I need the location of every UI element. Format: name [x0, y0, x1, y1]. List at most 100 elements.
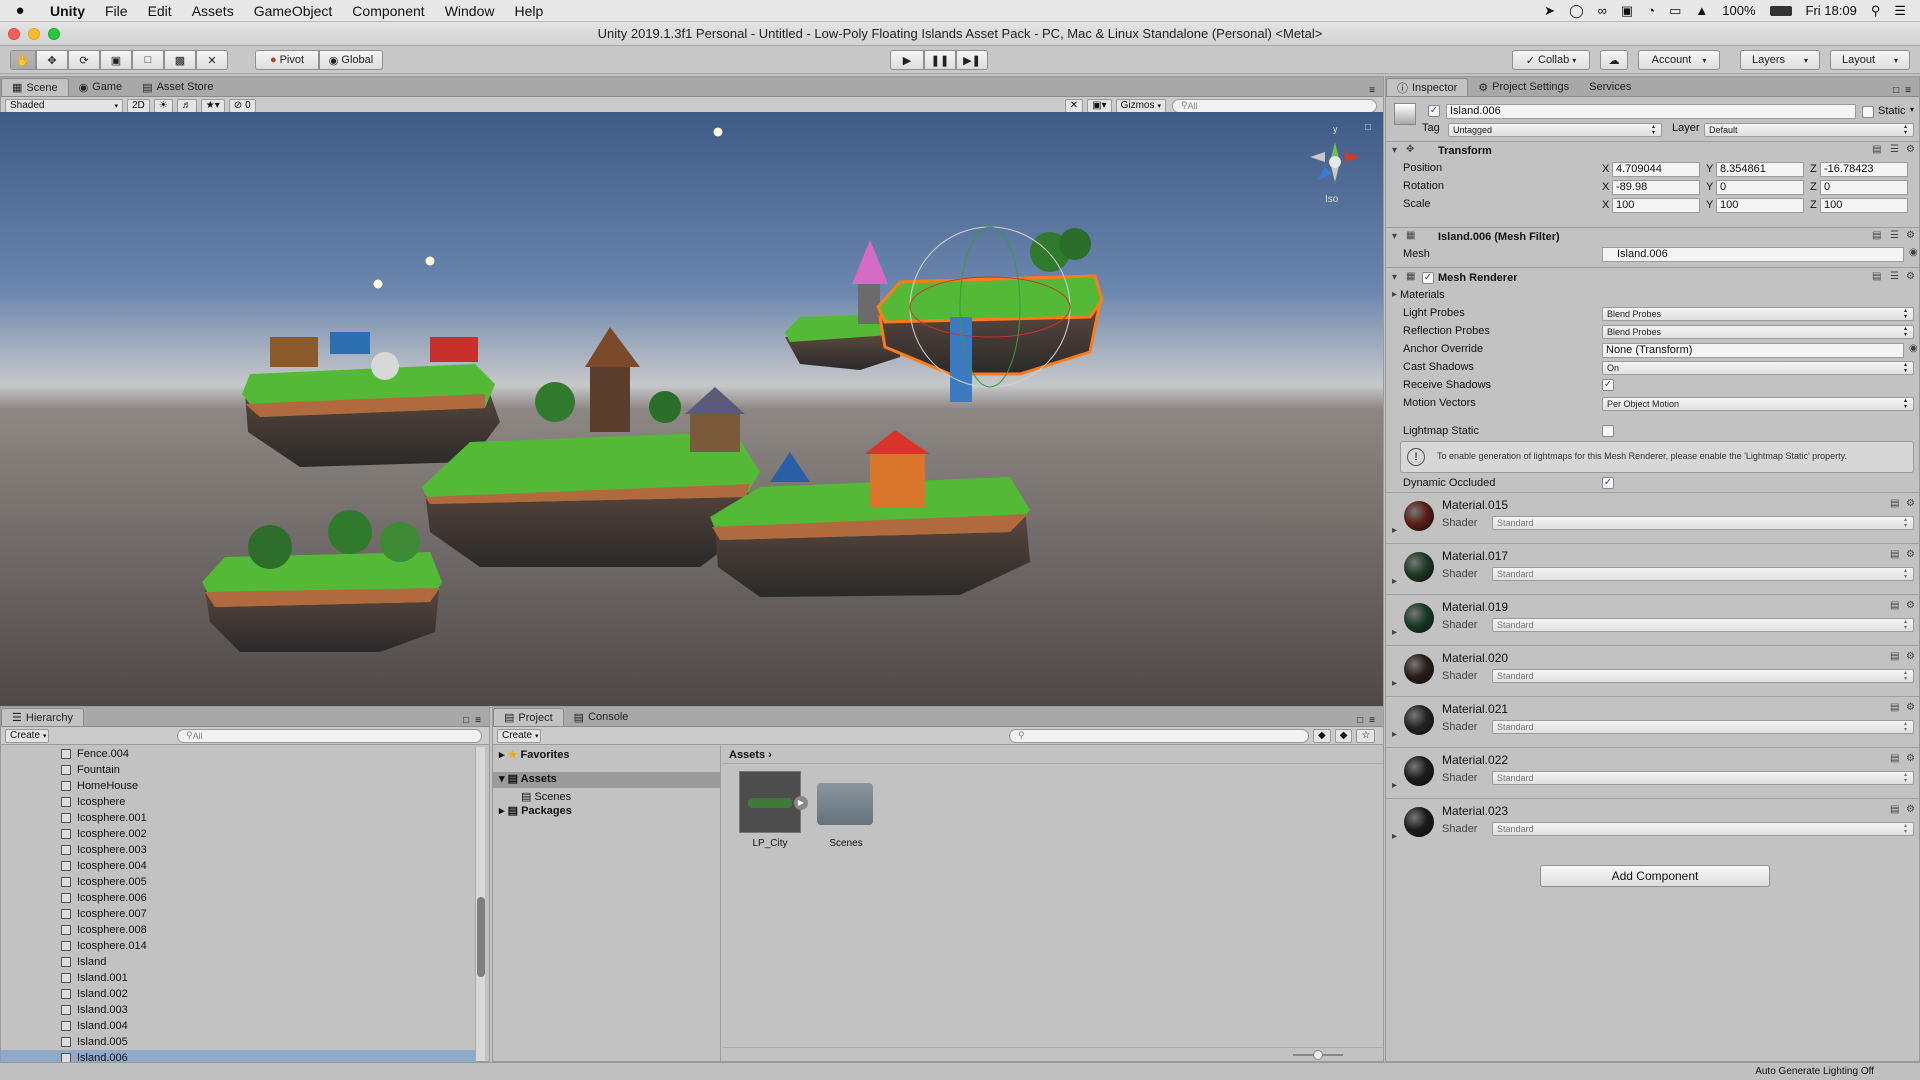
hierarchy-row[interactable]: Icosphere — [1, 794, 477, 810]
expand-arrow-icon[interactable]: ▸ — [499, 805, 505, 817]
tab-project[interactable]: ▤ Project — [493, 708, 564, 726]
menu-help[interactable]: Help — [504, 3, 553, 19]
location-icon[interactable]: ➤ — [1544, 3, 1555, 19]
transform-position-z-field[interactable]: -16.78423 — [1820, 162, 1908, 177]
foldout-arrow-icon[interactable]: ▸ — [1392, 525, 1397, 536]
material-name[interactable]: Material.023 — [1442, 804, 1508, 818]
preset-icon[interactable]: ☰ — [1890, 144, 1899, 155]
foldout-arrow-icon[interactable]: ▾ — [1392, 272, 1397, 283]
tab-services[interactable]: Services — [1579, 78, 1641, 96]
draw-mode-dropdown[interactable]: Shaded ▾ — [5, 98, 123, 113]
help-icon[interactable]: ▤ — [1890, 651, 1899, 662]
gizmos-dropdown[interactable]: Gizmos ▾ — [1115, 98, 1166, 113]
scene-search-input[interactable]: ⚲ All — [1172, 98, 1377, 113]
layer-dropdown[interactable]: Default — [1704, 123, 1914, 137]
hand-tool-icon[interactable]: ✋ — [10, 50, 36, 70]
hierarchy-scrollbar[interactable] — [475, 747, 485, 1061]
hierarchy-create-dropdown[interactable]: Create ▾ — [5, 728, 49, 743]
material-preview-sphere[interactable] — [1404, 756, 1434, 786]
transform-tool-icon[interactable]: ▩ — [164, 50, 196, 70]
hierarchy-row[interactable]: Island.005 — [1, 1034, 477, 1050]
material-name[interactable]: Material.022 — [1442, 753, 1508, 767]
gear-icon[interactable]: ⚙ — [1906, 600, 1915, 611]
tab-scene[interactable]: ▦ Scene — [1, 78, 69, 96]
mesh-renderer-enabled-checkbox[interactable]: ✓ — [1422, 272, 1434, 284]
transform-position-x-field[interactable]: 4.709044 — [1612, 162, 1700, 177]
receive-shadows-checkbox[interactable]: ✓ — [1602, 379, 1614, 391]
hierarchy-row[interactable]: Island.001 — [1, 970, 477, 986]
foldout-arrow-icon[interactable]: ▸ — [1392, 729, 1397, 740]
play-small-icon[interactable]: ▶ — [794, 796, 808, 810]
foldout-arrow-icon[interactable]: ▸ — [1392, 576, 1397, 587]
hierarchy-row[interactable]: Fountain — [1, 762, 477, 778]
favorite-star-icon[interactable]: ☆ — [1356, 728, 1376, 743]
lock-icon[interactable]: □ — [1365, 122, 1371, 133]
skype-icon[interactable]: ◯ — [1569, 3, 1584, 19]
collapse-arrow-icon[interactable]: ▾ — [499, 773, 505, 785]
airplay-icon[interactable]: ▭ — [1669, 3, 1681, 19]
collab-button[interactable]: ✓ Collab ▾ — [1512, 50, 1590, 70]
gear-icon[interactable]: ⚙ — [1906, 144, 1915, 155]
move-tool-icon[interactable]: ✥ — [36, 50, 68, 70]
timer-icon[interactable]: ◔ — [1647, 3, 1655, 18]
menu-assets[interactable]: Assets — [182, 3, 244, 19]
expand-arrow-icon[interactable]: ▸ — [499, 749, 505, 761]
mesh-renderer-title[interactable]: Mesh Renderer — [1438, 272, 1517, 284]
gear-icon[interactable]: ⚙ — [1906, 549, 1915, 560]
menu-file[interactable]: File — [95, 3, 138, 19]
static-dropdown-arrow-icon[interactable]: ▾ — [1910, 105, 1914, 114]
menu-gameobject[interactable]: GameObject — [244, 3, 343, 19]
battery-text[interactable]: 100% — [1722, 3, 1755, 18]
shader-dropdown[interactable]: Standard — [1492, 771, 1914, 785]
hierarchy-row[interactable]: Icosphere.006 — [1, 890, 477, 906]
lighting-status-text[interactable]: Auto Generate Lighting Off — [1755, 1066, 1874, 1077]
hierarchy-list[interactable]: Fence.004 Fountain HomeHouse Icosphere Icosp… — [1, 746, 477, 1062]
materials-label[interactable]: Materials — [1400, 289, 1445, 301]
project-search-input[interactable]: ⚲ — [1009, 728, 1309, 743]
audio-toggle-icon[interactable]: ♬ — [176, 98, 197, 113]
panel-menu-icon[interactable]: ≡ — [1369, 715, 1375, 726]
hierarchy-search-input[interactable]: ⚲ All — [177, 728, 482, 743]
gear-icon[interactable]: ⚙ — [1906, 230, 1915, 241]
gear-icon[interactable]: ⚙ — [1906, 804, 1915, 815]
tag-dropdown[interactable]: Untagged — [1448, 123, 1662, 137]
hierarchy-row[interactable]: Island.004 — [1, 1018, 477, 1034]
rect-tool-icon[interactable]: □ — [132, 50, 164, 70]
foldout-arrow-icon[interactable]: ▸ — [1392, 678, 1397, 689]
apple-icon[interactable]: ● — [0, 2, 40, 19]
material-name[interactable]: Material.021 — [1442, 702, 1508, 716]
zoom-window-button[interactable] — [48, 28, 60, 40]
pivot-button[interactable]: ● Pivot — [255, 50, 319, 70]
transform-scale-z-field[interactable]: 100 — [1820, 198, 1908, 213]
static-checkbox[interactable] — [1862, 106, 1874, 118]
lighting-toggle-icon[interactable]: ☀ — [153, 98, 173, 113]
help-icon[interactable]: ▤ — [1890, 498, 1899, 509]
anchor-override-field[interactable]: None (Transform) — [1602, 343, 1904, 358]
lightmap-static-checkbox[interactable] — [1602, 425, 1614, 437]
creative-cloud-icon[interactable]: ∞ — [1598, 3, 1607, 18]
camera-icon[interactable]: ▣▾ — [1087, 98, 1112, 113]
hierarchy-row[interactable]: Icosphere.007 — [1, 906, 477, 922]
transform-rotation-x-field[interactable]: -89.98 — [1612, 180, 1700, 195]
material-name[interactable]: Material.015 — [1442, 498, 1508, 512]
transform-rotation-z-field[interactable]: 0 — [1820, 180, 1908, 195]
favorites-row[interactable]: ▸ ★ Favorites — [499, 748, 569, 761]
add-component-button[interactable]: Add Component — [1540, 865, 1770, 887]
filter-type-icon[interactable]: ◆ — [1313, 728, 1331, 743]
pause-icon[interactable]: ❚❚ — [924, 50, 956, 70]
layout-button[interactable]: Layout ▾ — [1830, 50, 1910, 70]
effects-toggle-icon[interactable]: ★▾ — [200, 98, 225, 113]
tab-inspector[interactable]: ⓘ Inspector — [1386, 78, 1469, 96]
mesh-object-field[interactable]: Island.006 — [1602, 247, 1904, 262]
preset-icon[interactable]: ☰ — [1890, 271, 1899, 282]
active-checkbox[interactable]: ✓ — [1428, 105, 1440, 117]
asset-lp-city-thumbnail[interactable]: ▶ — [739, 771, 808, 833]
project-create-dropdown[interactable]: Create ▾ — [497, 728, 541, 743]
foldout-arrow-icon[interactable]: ▾ — [1392, 145, 1397, 156]
material-name[interactable]: Material.017 — [1442, 549, 1508, 563]
hierarchy-scroll-thumb[interactable] — [477, 897, 485, 977]
shader-dropdown[interactable]: Standard — [1492, 822, 1914, 836]
rotate-tool-icon[interactable]: ⟳ — [68, 50, 100, 70]
tools-icon[interactable]: ✕ — [1064, 98, 1084, 113]
gear-icon[interactable]: ⚙ — [1906, 702, 1915, 713]
